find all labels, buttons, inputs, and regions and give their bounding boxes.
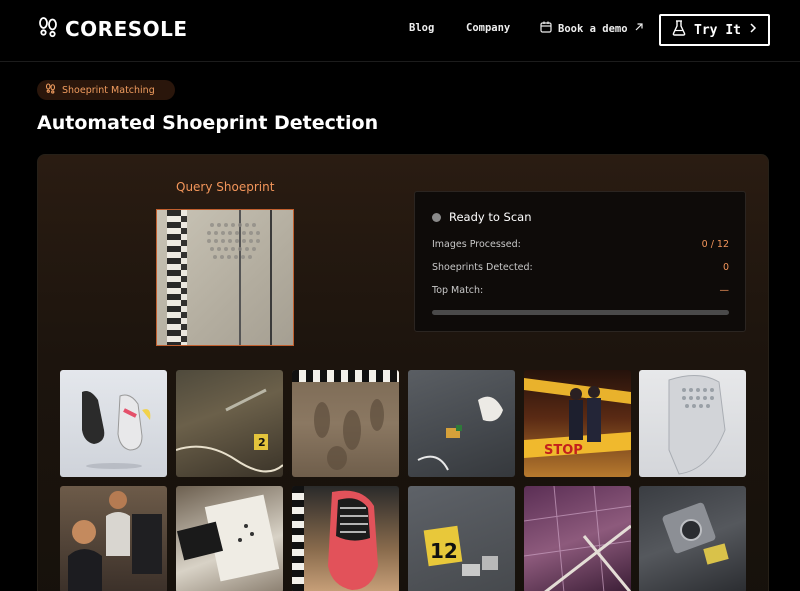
scale-ruler (292, 370, 399, 382)
tiled-floor (524, 486, 631, 591)
chevron-right-icon (749, 22, 757, 38)
logo[interactable]: CORESOLE (37, 16, 188, 42)
evidence-marker-scene: 2 (176, 388, 283, 473)
shoeprint-pattern (207, 223, 260, 259)
evidence-marker-12-scene: 12 (423, 525, 498, 576)
badge-label: Shoeprint Matching (62, 84, 155, 96)
soil-texture (314, 399, 384, 470)
gallery-image-sneakers[interactable] (60, 370, 167, 477)
top-match-label: Top Match: (432, 285, 484, 296)
scan-status-card: Ready to Scan Images Processed: 0 / 12 S… (414, 191, 746, 332)
images-processed-row: Images Processed: 0 / 12 (432, 239, 729, 250)
book-demo-link[interactable]: Book a demo (540, 21, 644, 36)
gallery-image-evidence-12[interactable]: 12 (408, 486, 515, 591)
marker-number: 12 (430, 539, 458, 563)
query-shoeprint-label: Query Shoeprint (176, 180, 275, 194)
images-processed-label: Images Processed: (432, 239, 521, 250)
section-badge: Shoeprint Matching (37, 80, 175, 100)
sneaker-illustration (82, 391, 151, 469)
gallery-image-tiled-floor[interactable] (524, 486, 631, 591)
arrow-up-right-icon (634, 22, 644, 35)
brand-name: CORESOLE (65, 17, 188, 41)
flask-icon (672, 20, 686, 40)
gallery-image-chalk-outline[interactable] (408, 370, 515, 477)
evidence-card-scene (176, 494, 280, 582)
gallery-image-camera-device[interactable] (639, 486, 746, 591)
footprints-icon (45, 83, 56, 97)
marker-number: 2 (258, 436, 266, 449)
status-title: Ready to Scan (449, 210, 532, 224)
investigators-scene (68, 491, 162, 591)
nav-company-link[interactable]: Company (466, 22, 510, 34)
tape-text: STOP (544, 443, 583, 458)
top-match-row: Top Match: — (432, 285, 729, 296)
status-dot-icon (432, 213, 441, 222)
footprints-icon (37, 16, 59, 42)
try-it-button[interactable]: Try It (659, 14, 770, 46)
page-title: Automated Shoeprint Detection (37, 112, 379, 134)
gallery-image-red-shoe-sole[interactable] (292, 486, 399, 591)
query-shoeprint-image[interactable] (156, 209, 294, 346)
sole-pattern (668, 375, 726, 475)
book-demo-label: Book a demo (558, 22, 628, 35)
gallery-image-soil-prints[interactable] (292, 370, 399, 477)
scan-progress-bar (432, 310, 729, 315)
gallery-image-evidence-card[interactable] (176, 486, 283, 591)
calendar-icon (540, 21, 552, 36)
gallery-image-police-tape[interactable]: STOP (524, 370, 631, 477)
camera-device (662, 502, 729, 565)
gallery-image-crime-scene-marker[interactable]: 2 (176, 370, 283, 477)
gallery-image-sole-closeup[interactable] (639, 370, 746, 477)
scale-ruler (292, 486, 304, 591)
shoeprints-detected-label: Shoeprints Detected: (432, 262, 533, 273)
top-match-value: — (719, 285, 730, 296)
images-processed-value: 0 / 12 (701, 239, 729, 250)
shoeprints-detected-value: 0 (722, 262, 729, 273)
top-navbar: CORESOLE Blog Company Book a demo Try It (0, 0, 800, 62)
gallery-image-investigators[interactable] (60, 486, 167, 591)
shoeprints-detected-row: Shoeprints Detected: 0 (432, 262, 729, 273)
try-it-label: Try It (694, 22, 741, 38)
chalk-outline-scene (417, 396, 503, 471)
red-sole (328, 490, 378, 590)
nav-blog-link[interactable]: Blog (409, 22, 434, 34)
police-tape-scene: STOP (524, 378, 631, 458)
